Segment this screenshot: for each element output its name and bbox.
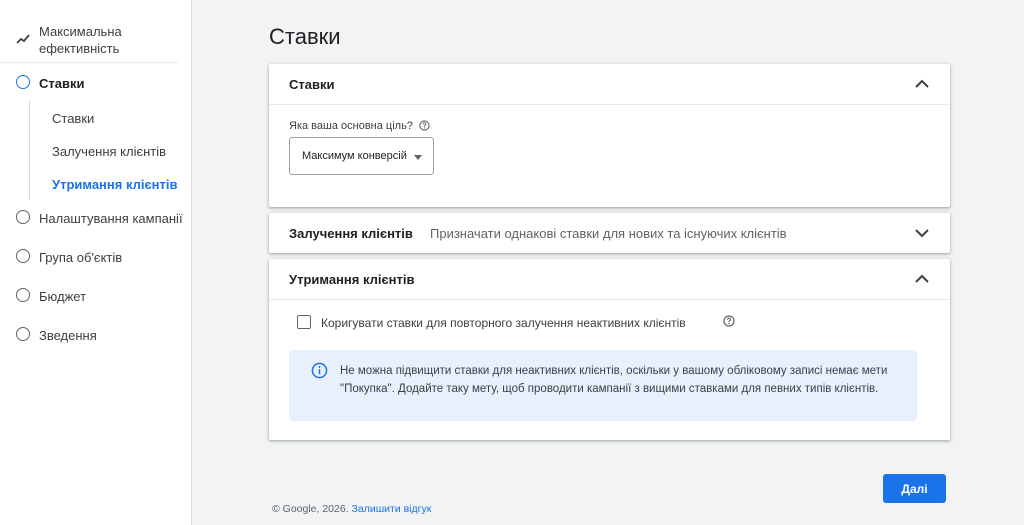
card-divider [269,104,950,105]
sidebar-subitem-acquisition[interactable]: Залучення клієнтів [52,144,166,159]
info-notice-text: Не можна підвищити ставки для неактивних… [340,365,888,395]
chevron-down-icon[interactable] [914,225,930,241]
step-circle-icon [16,75,30,89]
goal-select[interactable]: Максимум конверсій [289,137,434,175]
footer: © Google, 2026. Залишити відгук [272,503,431,515]
acquisition-card-summary: Призначати однакові ставки для нових та … [430,226,787,241]
dropdown-arrow-icon [414,155,422,160]
step-circle-icon [16,327,30,341]
feedback-link[interactable]: Залишити відгук [352,503,432,515]
acquisition-card: Залучення клієнтів Призначати однакові с… [269,213,950,253]
sidebar-step-label: Група об'єктів [39,250,123,265]
sidebar-step-campaign-settings[interactable]: Налаштування кампанії [0,206,192,230]
info-icon [311,362,328,379]
next-button[interactable]: Далі [883,474,946,503]
sidebar-subitem-retention[interactable]: Утримання клієнтів [52,177,178,192]
sidebar-campaign-type[interactable]: Максимальна ефективність [0,18,178,63]
retention-card: Утримання клієнтів Коригувати ставки для… [269,259,950,440]
bidding-card-header[interactable]: Ставки [269,64,950,104]
sidebar-step-label: Ставки [39,76,85,91]
sidebar-step-asset-group[interactable]: Група об'єктів [0,245,192,269]
chevron-up-icon[interactable] [914,76,930,92]
acquisition-card-title: Залучення клієнтів [289,226,413,241]
page-title: Ставки [269,24,341,49]
reengage-checkbox-label: Коригувати ставки для повторного залучен… [321,316,686,330]
sidebar-step-budget[interactable]: Бюджет [0,284,192,308]
sidebar-step-summary[interactable]: Зведення [0,323,192,347]
reengage-checkbox[interactable] [297,315,311,329]
sidebar-step-label: Зведення [39,328,97,343]
goal-select-value: Максимум конверсій [302,150,407,162]
retention-card-header[interactable]: Утримання клієнтів [269,259,950,299]
info-notice: Не можна підвищити ставки для неактивних… [289,350,917,421]
sidebar: Максимальна ефективність Ставки Ставки З… [0,0,192,525]
footer-copyright: © Google, 2026. [272,503,349,515]
bidding-card-title: Ставки [289,77,335,92]
card-divider [269,299,950,300]
sidebar-subitem-bidding[interactable]: Ставки [52,111,94,126]
chevron-up-icon[interactable] [914,271,930,287]
acquisition-card-header[interactable]: Залучення клієнтів Призначати однакові с… [269,213,950,253]
step-circle-icon [16,249,30,263]
step-circle-icon [16,210,30,224]
bidding-card: Ставки Яка ваша основна ціль? Максимум к… [269,64,950,207]
help-icon[interactable] [419,120,430,131]
sidebar-campaign-type-label: Максимальна ефективність [39,24,122,56]
retention-card-title: Утримання клієнтів [289,272,415,287]
sidebar-step-bidding[interactable]: Ставки [0,71,192,95]
step-circle-icon [16,288,30,302]
help-icon[interactable] [723,315,735,327]
trending-icon [16,34,30,44]
subnav-line [29,100,30,200]
sidebar-step-label: Налаштування кампанії [39,211,183,226]
goal-question: Яка ваша основна ціль? [289,120,430,132]
goal-question-text: Яка ваша основна ціль? [289,120,413,132]
sidebar-step-label: Бюджет [39,289,87,304]
